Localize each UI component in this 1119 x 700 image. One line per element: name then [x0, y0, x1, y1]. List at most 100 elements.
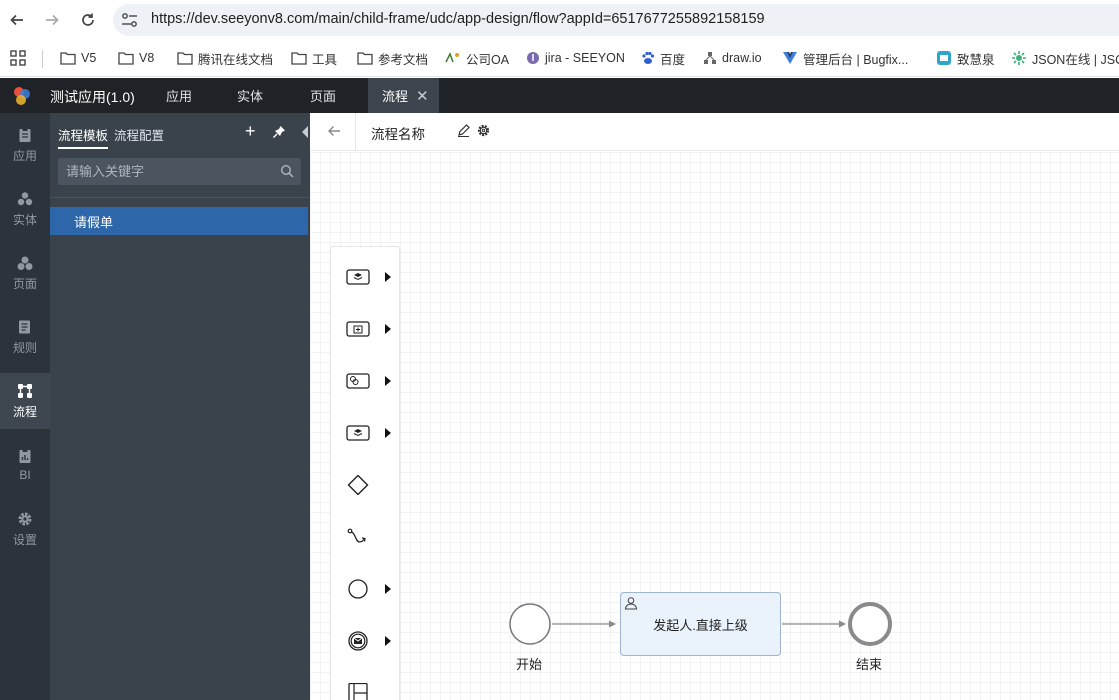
sidebar-item-label: 页面 [12, 276, 37, 291]
sidebar-item-settings[interactable]: 设置 [0, 501, 50, 557]
tab-app[interactable]: 应用 [158, 78, 200, 113]
bookmark-label: V8 [139, 51, 155, 65]
bookmark-folder-tools[interactable]: 工具 [291, 49, 337, 67]
folder-icon [118, 52, 134, 65]
json-icon [1012, 51, 1026, 65]
flow-designer: 流程名称 开始 发起人.直接上级 结束 [310, 113, 1119, 700]
tab-flow-config[interactable]: 流程配置 [114, 125, 164, 144]
bookmark-label: 参考文档 [378, 52, 429, 67]
drawio-icon [704, 52, 716, 64]
tab-label: 应用 [165, 89, 192, 104]
bookmark-label: 致慧泉 [957, 52, 995, 67]
bookmark-label: 工具 [312, 52, 338, 67]
sidebar-item-flow[interactable]: 流程 [0, 373, 50, 429]
user-task-node[interactable]: 发起人.直接上级 [620, 592, 781, 656]
sidebar-item-label: 实体 [12, 212, 37, 227]
forward-icon[interactable] [41, 9, 63, 31]
start-event-node[interactable] [509, 603, 551, 645]
tab-label: 实体 [236, 89, 263, 104]
bookmark-folder-tencent-docs[interactable]: 腾讯在线文档 [177, 49, 273, 67]
app-title: 测试应用(1.0) [50, 89, 135, 105]
template-item-leave-request[interactable]: 请假单 [50, 207, 308, 235]
bookmarks-bar: V5 V8 腾讯在线文档 工具 参考文档 公司OA jira - SEEYON … [0, 40, 1119, 77]
tab-label: 流程 [382, 89, 409, 104]
bookmarks-separator [42, 50, 43, 68]
folder-icon [60, 52, 76, 65]
sidebar-item-label: 规则 [12, 340, 37, 355]
bookmark-zhihuiquan[interactable]: 致慧泉 [936, 49, 995, 67]
task-label: 发起人.直接上级 [653, 617, 748, 633]
app-logo-icon[interactable] [11, 85, 33, 107]
pin-icon[interactable] [272, 125, 286, 139]
url-text[interactable]: https://dev.seeyonv8.com/main/child-fram… [151, 11, 765, 27]
site-settings-icon[interactable] [121, 12, 139, 28]
page-icon [17, 256, 33, 270]
sidebar-item-bi[interactable]: BI [0, 437, 50, 493]
flow-template-panel: 流程模板 流程配置 + 请假单 [50, 113, 310, 700]
vue-icon [783, 52, 797, 64]
sidebar-rail: 应用 实体 页面 规则 流程 BI 设置 [0, 113, 50, 700]
reload-icon[interactable] [77, 9, 99, 31]
bookmark-admin-bugfix[interactable]: 管理后台 | Bugfix... [782, 49, 908, 67]
add-template-button[interactable]: + [245, 122, 256, 140]
oa-icon [445, 52, 459, 63]
search-input[interactable] [58, 158, 273, 185]
sidebar-item-entity[interactable]: 实体 [0, 181, 50, 237]
bookmark-label: jira - SEEYON [545, 51, 625, 65]
template-label: 请假单 [74, 214, 114, 230]
bookmark-baidu[interactable]: 百度 [641, 49, 685, 67]
folder-icon [291, 52, 307, 65]
sidebar-item-label: 流程 [12, 404, 37, 419]
address-bar[interactable]: https://dev.seeyonv8.com/main/child-fram… [113, 4, 1119, 36]
jira-icon [527, 52, 539, 64]
gear-icon[interactable] [477, 124, 490, 137]
folder-icon [177, 52, 193, 65]
bookmark-label: draw.io [722, 51, 762, 65]
bookmark-company-oa[interactable]: 公司OA [445, 49, 509, 67]
back-icon[interactable] [6, 9, 28, 31]
tab-flow[interactable]: 流程 ✕ [368, 78, 439, 113]
bookmark-label: 腾讯在线文档 [198, 52, 274, 67]
bookmark-drawio[interactable]: draw.io [703, 49, 762, 67]
bookmark-json-online[interactable]: JSON在线 | JSON [1011, 49, 1119, 67]
end-event-node[interactable] [848, 602, 892, 646]
apps-grid-icon[interactable] [10, 50, 26, 66]
user-icon [624, 597, 638, 610]
app-header: 测试应用(1.0) 应用 实体 页面 流程 ✕ [0, 78, 1119, 113]
sidebar-item-app[interactable]: 应用 [0, 117, 50, 173]
edit-icon[interactable] [457, 124, 470, 137]
bookmark-label: 百度 [660, 52, 686, 67]
bookmark-folder-v8[interactable]: V8 [118, 49, 154, 67]
entity-icon [17, 191, 33, 205]
bookmark-label: 公司OA [466, 52, 510, 67]
end-event-label: 结束 [856, 657, 883, 672]
bookmark-folder-v5[interactable]: V5 [60, 49, 96, 67]
designer-toolbar: 流程名称 [310, 113, 1119, 151]
close-tab-icon[interactable]: ✕ [416, 87, 429, 105]
sidebar-item-rule[interactable]: 规则 [0, 309, 50, 365]
flow-canvas[interactable]: 开始 发起人.直接上级 结束 [310, 152, 1119, 700]
back-arrow-icon[interactable] [327, 124, 341, 138]
sidebar-item-page[interactable]: 页面 [0, 245, 50, 301]
browser-toolbar: https://dev.seeyonv8.com/main/child-fram… [0, 0, 1119, 40]
sidebar-item-label: BI [19, 468, 31, 482]
start-event-label: 开始 [516, 657, 543, 672]
baidu-icon [642, 51, 655, 64]
tab-entity[interactable]: 实体 [229, 78, 271, 113]
clipboard-icon [19, 127, 31, 142]
template-search [58, 158, 301, 185]
folder-icon [357, 52, 373, 65]
bookmark-jira[interactable]: jira - SEEYON [526, 49, 625, 67]
search-icon[interactable] [280, 164, 294, 178]
arrowhead-icon [839, 620, 846, 628]
app-icon [937, 51, 951, 65]
rule-icon [19, 320, 30, 333]
arrowhead-icon [609, 620, 616, 628]
sidebar-item-label: 设置 [12, 532, 37, 547]
flow-name: 流程名称 [371, 127, 425, 142]
tab-flow-templates[interactable]: 流程模板 [58, 125, 109, 149]
collapse-panel-icon[interactable] [300, 125, 310, 139]
sidebar-item-label: 应用 [12, 148, 37, 163]
bookmark-folder-reference[interactable]: 参考文档 [357, 49, 428, 67]
tab-page[interactable]: 页面 [302, 78, 344, 113]
